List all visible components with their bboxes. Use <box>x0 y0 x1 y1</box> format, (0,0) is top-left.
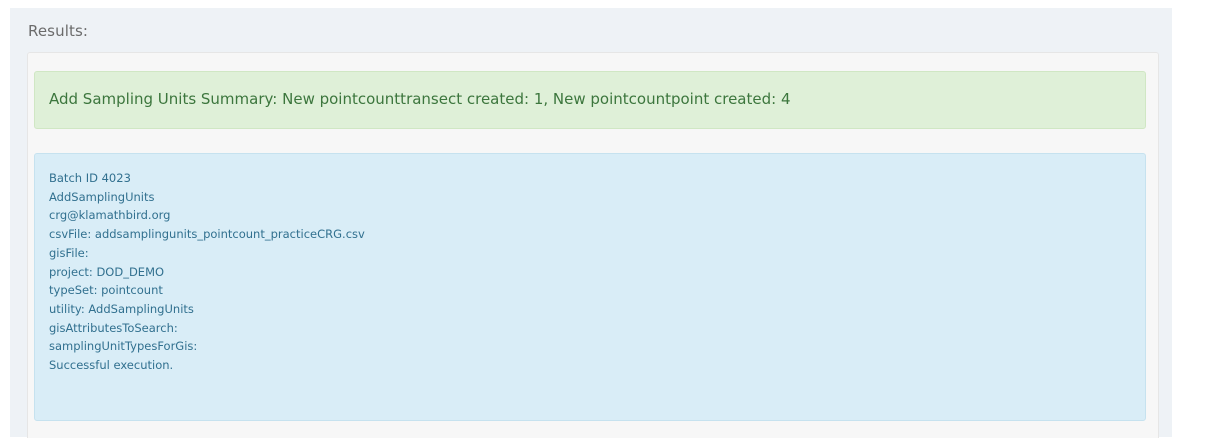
log-line-type-set: typeSet: pointcount <box>49 283 163 298</box>
results-panel: Results: Add Sampling Units Summary: New… <box>10 8 1172 438</box>
log-line-utility: utility: AddSamplingUnits <box>49 301 194 316</box>
log-line-gis-file: gisFile: <box>49 245 89 260</box>
execution-log: Batch ID 4023 AddSamplingUnits crg@klama… <box>34 153 1146 421</box>
log-line-gis-attributes: gisAttributesToSearch: <box>49 320 178 335</box>
log-line-csv-file: csvFile: addsamplingunits_pointcount_pra… <box>49 227 365 242</box>
summary-alert: Add Sampling Units Summary: New pointcou… <box>34 71 1146 129</box>
log-line-project: project: DOD_DEMO <box>49 264 165 279</box>
log-line-sampling-unit-types: samplingUnitTypesForGis: <box>49 339 198 354</box>
results-heading: Results: <box>28 22 89 40</box>
summary-text: Add Sampling Units Summary: New pointcou… <box>49 90 791 108</box>
log-line-status: Successful execution. <box>49 358 174 373</box>
log-line-batch-id: Batch ID 4023 <box>49 171 131 185</box>
results-container: Add Sampling Units Summary: New pointcou… <box>27 52 1159 438</box>
log-line-email: crg@klamathbird.org <box>49 208 171 223</box>
log-line-utility-name: AddSamplingUnits <box>49 189 155 204</box>
